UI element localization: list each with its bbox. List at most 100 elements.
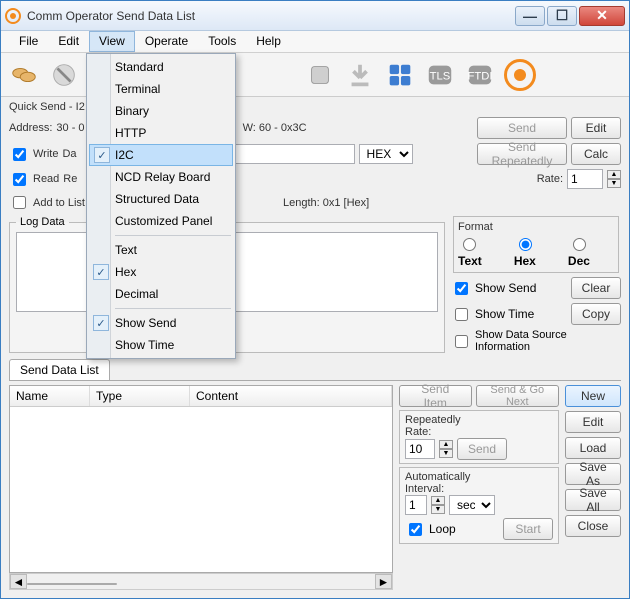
tabbar: Send Data List [9, 359, 621, 381]
rep-rate-input[interactable] [405, 439, 435, 459]
read-checkbox[interactable] [13, 173, 26, 186]
read-label: Read [33, 173, 59, 185]
menubar: File Edit View Operate Tools Help [1, 31, 629, 53]
window-title: Comm Operator Send Data List [27, 9, 515, 23]
svg-text:FTDI: FTDI [468, 70, 493, 82]
format-dec-radio[interactable] [573, 238, 586, 251]
address-label: Address: [9, 122, 52, 134]
check-icon: ✓ [93, 264, 109, 280]
showdsi-checkbox[interactable] [455, 335, 468, 348]
col-type[interactable]: Type [90, 386, 190, 406]
list-edit-button[interactable]: Edit [565, 411, 621, 433]
svg-text:TLS: TLS [430, 70, 451, 82]
format-fieldset: Format Text Hex Dec [453, 216, 619, 273]
addtolist-checkbox[interactable] [13, 196, 26, 209]
view-http[interactable]: HTTP [89, 122, 233, 144]
rate-down[interactable]: ▼ [607, 179, 621, 188]
new-button[interactable]: New [565, 385, 621, 407]
hex-select[interactable]: HEX [359, 144, 413, 164]
toolbar-download-icon[interactable] [343, 58, 377, 92]
toolbar-square-icon[interactable] [303, 58, 337, 92]
format-text-radio[interactable] [463, 238, 476, 251]
int-down[interactable]: ▼ [431, 505, 445, 514]
view-terminal[interactable]: Terminal [89, 78, 233, 100]
toolbar-tls-icon[interactable]: TLS [423, 58, 457, 92]
view-showsend[interactable]: ✓Show Send [89, 312, 233, 334]
view-decimal[interactable]: Decimal [89, 283, 233, 305]
toolbar-calc-icon[interactable] [383, 58, 417, 92]
interval-input[interactable] [405, 495, 427, 515]
view-showtime[interactable]: Show Time [89, 334, 233, 356]
unit-select[interactable]: sec [449, 495, 495, 515]
length-label: Length: 0x1 [Hex] [283, 197, 369, 209]
app-icon [5, 8, 21, 24]
auto-label: Automatically [405, 471, 553, 483]
senddata-table[interactable]: Name Type Content [9, 385, 393, 573]
toolbar-connect-icon[interactable] [7, 58, 41, 92]
edit-button[interactable]: Edit [571, 117, 621, 139]
loop-checkbox[interactable] [409, 523, 422, 536]
saveas-button[interactable]: Save As [565, 463, 621, 485]
scroll-left-icon[interactable]: ◄ [10, 574, 27, 589]
rep-rate-up[interactable]: ▲ [439, 440, 453, 449]
rate-input[interactable] [567, 169, 603, 189]
col-content[interactable]: Content [190, 386, 392, 406]
menu-help[interactable]: Help [246, 31, 291, 52]
scroll-thumb[interactable] [27, 583, 117, 585]
close-list-button[interactable]: Close [565, 515, 621, 537]
addtolist-label: Add to List [33, 197, 85, 209]
toolbar-ftdi-icon[interactable]: FTDI [463, 58, 497, 92]
format-hex-radio[interactable] [519, 238, 532, 251]
showtime-checkbox[interactable] [455, 308, 468, 321]
maximize-button[interactable]: ☐ [547, 6, 577, 26]
calc-button[interactable]: Calc [571, 143, 621, 165]
showsend-checkbox[interactable] [455, 282, 468, 295]
menu-edit[interactable]: Edit [48, 31, 89, 52]
saveall-button[interactable]: Save All [565, 489, 621, 511]
load-button[interactable]: Load [565, 437, 621, 459]
menu-tools[interactable]: Tools [198, 31, 246, 52]
menu-file[interactable]: File [9, 31, 48, 52]
view-hex[interactable]: ✓Hex [89, 261, 233, 283]
int-up[interactable]: ▲ [431, 496, 445, 505]
view-i2c[interactable]: ✓I2C [89, 144, 233, 166]
write-label: Write [33, 148, 58, 160]
close-button[interactable]: ✕ [579, 6, 625, 26]
toolbar-stop-icon[interactable] [47, 58, 81, 92]
check-icon: ✓ [93, 315, 109, 331]
sendgonext-button[interactable]: Send & Go Next [476, 385, 559, 407]
data-input[interactable] [235, 144, 355, 164]
check-icon: ✓ [94, 147, 110, 163]
view-dropdown: Standard Terminal Binary HTTP ✓I2C NCD R… [86, 53, 236, 359]
view-text[interactable]: Text [89, 239, 233, 261]
toolbar-target-icon[interactable] [503, 58, 537, 92]
rep-send-button[interactable]: Send [457, 438, 507, 460]
write-checkbox[interactable] [13, 148, 26, 161]
view-standard[interactable]: Standard [89, 56, 233, 78]
logdata-legend: Log Data [16, 216, 69, 228]
copy-button[interactable]: Copy [571, 303, 621, 325]
col-name[interactable]: Name [10, 386, 90, 406]
repeatedly-label: Repeatedly [405, 414, 553, 426]
menu-view[interactable]: View [89, 31, 135, 52]
send-repeatedly-button[interactable]: Send Repeatedly [477, 143, 567, 165]
re-label: Re [63, 173, 77, 185]
senditem-button[interactable]: Send Item [399, 385, 472, 407]
clear-button[interactable]: Clear [571, 277, 621, 299]
address-value: 30 - 0 [56, 122, 84, 134]
send-button[interactable]: Send [477, 117, 567, 139]
rate-up[interactable]: ▲ [607, 170, 621, 179]
tab-senddatalist[interactable]: Send Data List [9, 359, 110, 380]
menu-operate[interactable]: Operate [135, 31, 198, 52]
minimize-button[interactable]: — [515, 6, 545, 26]
quicksend-label: Quick Send - I2 [9, 101, 85, 113]
view-ncd[interactable]: NCD Relay Board [89, 166, 233, 188]
scroll-right-icon[interactable]: ► [375, 574, 392, 589]
view-custom[interactable]: Customized Panel [89, 210, 233, 232]
titlebar: Comm Operator Send Data List — ☐ ✕ [1, 1, 629, 31]
rep-rate-down[interactable]: ▼ [439, 449, 453, 458]
view-structured[interactable]: Structured Data [89, 188, 233, 210]
view-binary[interactable]: Binary [89, 100, 233, 122]
hscrollbar[interactable]: ◄ ► [9, 573, 393, 590]
start-button[interactable]: Start [503, 518, 553, 540]
